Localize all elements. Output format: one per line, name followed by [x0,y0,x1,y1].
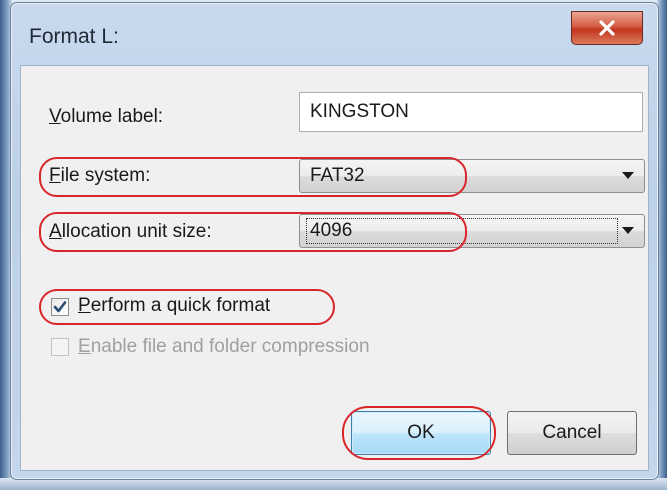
chevron-down-icon [622,227,634,234]
file-system-caption-rest: ile system: [60,165,151,186]
chevron-down-icon [622,172,634,179]
quick-format-accelerator: P [78,295,91,316]
compression-accelerator: E [78,336,91,357]
format-dialog: Format L: Volume label: File system: FAT… [10,2,659,480]
allocation-caption: Allocation unit size: [49,221,212,243]
allocation-accelerator: A [49,221,62,242]
close-icon [599,20,615,36]
allocation-dropdown[interactable]: 4096 [299,214,645,248]
dialog-body: Volume label: File system: FAT32 Allocat… [20,65,649,471]
file-system-value: FAT32 [310,165,365,186]
file-system-accelerator: F [49,165,61,186]
allocation-value: 4096 [310,220,353,241]
compression-label-rest: nable file and folder compression [90,336,370,357]
ok-button[interactable]: OK [351,411,491,455]
volume-label-input[interactable] [300,93,642,131]
compression-label[interactable]: Enable file and folder compression [78,336,370,358]
quick-format-label[interactable]: Perform a quick format [78,295,270,317]
volume-label-field[interactable] [299,92,643,132]
file-system-caption: File system: [49,165,150,187]
checkmark-icon [53,301,67,313]
volume-label-caption-rest: olume label: [60,106,164,127]
cancel-button[interactable]: Cancel [507,411,637,455]
dialog-title: Format L: [29,25,119,48]
quick-format-label-rest: erform a quick format [90,295,271,316]
close-button[interactable] [571,11,643,45]
file-system-dropdown[interactable]: FAT32 [299,159,645,193]
volume-label-accelerator: V [49,106,61,127]
quick-format-checkbox[interactable] [51,298,69,316]
compression-checkbox[interactable] [51,338,69,356]
allocation-caption-rest: llocation unit size: [61,221,212,242]
volume-label-caption: Volume label: [49,106,163,128]
focus-rectangle [306,218,618,244]
